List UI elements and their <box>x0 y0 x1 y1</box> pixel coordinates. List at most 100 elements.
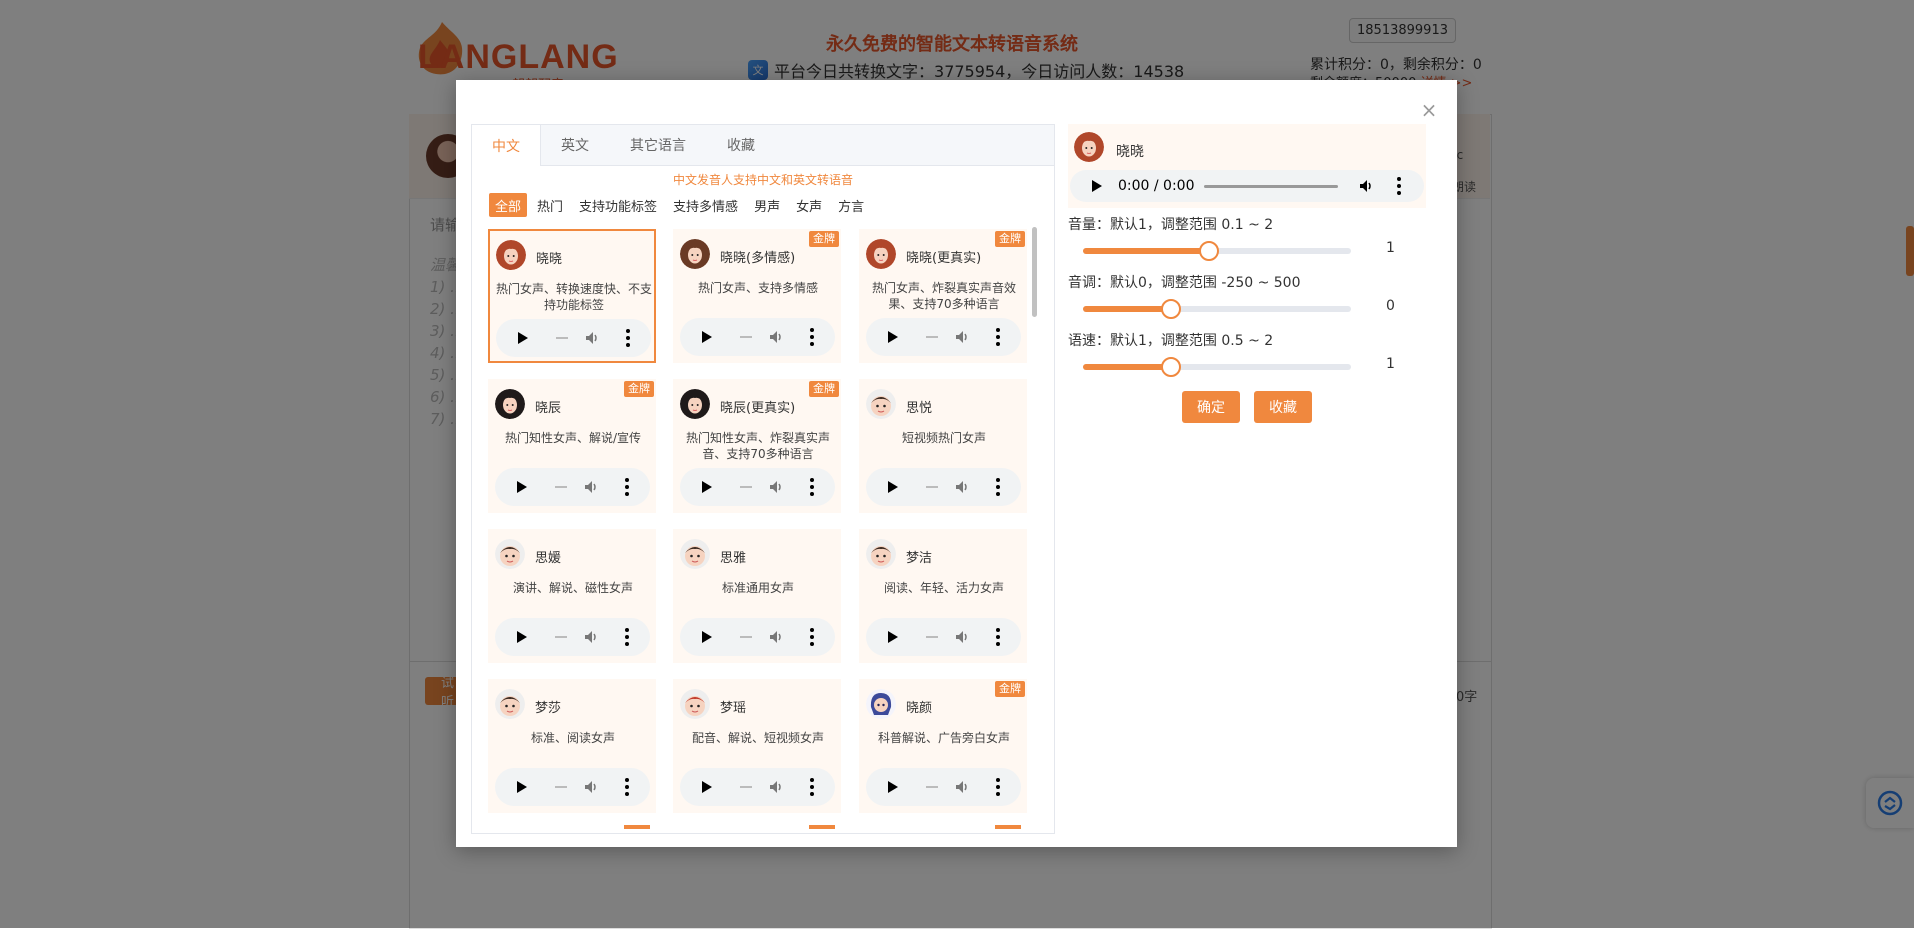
voice-sample-player <box>495 768 650 806</box>
tab-3[interactable]: 收藏 <box>707 125 776 165</box>
volume-icon[interactable] <box>768 629 784 645</box>
filter-4[interactable]: 男声 <box>748 193 786 217</box>
volume-icon[interactable] <box>583 629 599 645</box>
play-icon[interactable] <box>517 631 527 643</box>
volume-icon[interactable] <box>954 629 970 645</box>
player-progress[interactable] <box>740 336 752 338</box>
volume-icon[interactable] <box>583 479 599 495</box>
play-icon[interactable] <box>1092 180 1102 192</box>
close-icon[interactable]: × <box>1419 100 1439 120</box>
setting-slider[interactable] <box>1083 357 1351 377</box>
voice-description: 配音、解说、短视频女声 <box>691 731 824 745</box>
volume-icon[interactable] <box>584 330 600 346</box>
voice-description: 阅读、年轻、活力女声 <box>883 581 1004 595</box>
play-icon[interactable] <box>702 781 712 793</box>
volume-icon[interactable] <box>583 779 599 795</box>
voice-list-scrollbar[interactable] <box>1032 227 1037 317</box>
voice-sample-player <box>496 319 651 357</box>
voice-description: 标准通用女声 <box>721 581 794 595</box>
play-icon[interactable] <box>888 331 898 343</box>
player-progress[interactable] <box>556 337 568 339</box>
filter-1[interactable]: 热门 <box>531 193 569 217</box>
volume-icon[interactable] <box>954 329 970 345</box>
voice-card[interactable]: 梦洁 阅读、年轻、活力女声 <box>859 529 1027 663</box>
more-options-icon[interactable] <box>625 628 629 646</box>
player-progress[interactable] <box>740 486 752 488</box>
player-progress[interactable] <box>555 636 567 638</box>
volume-icon[interactable] <box>954 479 970 495</box>
voice-name: 晓晓 <box>536 252 563 267</box>
voice-card[interactable]: 晓晓(多情感) 金牌 热门女声、支持多情感 <box>673 229 841 363</box>
more-options-icon[interactable] <box>996 628 1000 646</box>
confirm-button[interactable]: 确定 <box>1182 391 1240 423</box>
player-progress[interactable] <box>926 486 938 488</box>
voice-description: 热门女声、支持多情感 <box>697 281 818 295</box>
voice-card[interactable]: 晓辰 金牌 热门知性女声、解说/宣传 <box>488 379 656 513</box>
more-options-icon[interactable] <box>996 328 1000 346</box>
voice-card[interactable]: 梦瑶 配音、解说、短视频女声 <box>673 679 841 813</box>
play-icon[interactable] <box>702 631 712 643</box>
play-icon[interactable] <box>888 631 898 643</box>
more-options-icon[interactable] <box>626 329 630 347</box>
voice-list-panel: 中文 英文 其它语言 收藏 中文发音人支持中文和英文转语音 全部 热门 支持功能标签 支持多… <box>471 124 1055 834</box>
filter-2[interactable]: 支持功能标签 <box>573 193 663 217</box>
player-progress[interactable] <box>926 786 938 788</box>
play-icon[interactable] <box>888 781 898 793</box>
more-options-icon[interactable] <box>810 478 814 496</box>
more-options-icon[interactable] <box>810 328 814 346</box>
more-options-icon[interactable] <box>625 778 629 796</box>
gold-badge: 金牌 <box>809 381 839 397</box>
slider-label: 语速：默认1，调整范围 0.5 ~ 2 <box>1068 333 1274 349</box>
setting-slider[interactable] <box>1083 241 1351 261</box>
voice-name: 晓辰(更真实) <box>720 401 796 416</box>
play-icon[interactable] <box>888 481 898 493</box>
more-options-icon[interactable] <box>810 628 814 646</box>
voice-card[interactable]: 晓辰(更真实) 金牌 热门知性女声、炸裂真实声音、支持70多种语言 <box>673 379 841 513</box>
play-icon[interactable] <box>517 781 527 793</box>
more-options-icon[interactable] <box>996 778 1000 796</box>
volume-icon[interactable] <box>768 329 784 345</box>
voice-card[interactable]: 思悦 短视频热门女声 <box>859 379 1027 513</box>
more-options-icon[interactable] <box>996 478 1000 496</box>
gold-badge-partial <box>624 825 650 829</box>
setting-slider[interactable] <box>1083 299 1351 319</box>
voice-card[interactable]: 晓晓 热门女声、转换速度快、不支持功能标签 <box>488 229 656 363</box>
volume-icon[interactable] <box>768 779 784 795</box>
player-progress[interactable] <box>926 636 938 638</box>
slider-label: 音量：默认1，调整范围 0.1 ~ 2 <box>1068 217 1274 233</box>
more-options-icon[interactable] <box>810 778 814 796</box>
slider-value: 1 <box>1386 240 1395 256</box>
play-icon[interactable] <box>702 331 712 343</box>
voice-name: 晓颜 <box>906 701 933 716</box>
slider-handle[interactable] <box>1198 241 1219 261</box>
tab-2[interactable]: 其它语言 <box>610 125 707 165</box>
play-icon[interactable] <box>518 332 528 344</box>
player-progress[interactable] <box>555 486 567 488</box>
tab-0[interactable]: 中文 <box>472 125 541 166</box>
more-options-icon[interactable] <box>1397 177 1401 195</box>
more-options-icon[interactable] <box>625 478 629 496</box>
voice-card[interactable]: 晓晓(更真实) 金牌 热门女声、炸裂真实声音效果、支持70多种语言 <box>859 229 1027 363</box>
favorite-button[interactable]: 收藏 <box>1254 391 1312 423</box>
player-progress[interactable] <box>1204 185 1338 188</box>
play-icon[interactable] <box>702 481 712 493</box>
player-progress[interactable] <box>555 786 567 788</box>
player-progress[interactable] <box>740 636 752 638</box>
volume-icon[interactable] <box>954 779 970 795</box>
tab-1[interactable]: 英文 <box>541 125 610 165</box>
voice-card[interactable]: 思媛 演讲、解说、磁性女声 <box>488 529 656 663</box>
player-progress[interactable] <box>926 336 938 338</box>
volume-icon[interactable] <box>1358 178 1374 194</box>
voice-description: 热门女声、炸裂真实声音效果、支持70多种语言 <box>871 281 1016 311</box>
voice-card[interactable]: 梦莎 标准、阅读女声 <box>488 679 656 813</box>
voice-avatar <box>496 240 526 270</box>
filter-5[interactable]: 女声 <box>790 193 828 217</box>
volume-icon[interactable] <box>768 479 784 495</box>
play-icon[interactable] <box>517 481 527 493</box>
voice-card[interactable]: 晓颜 金牌 科普解说、广告旁白女声 <box>859 679 1027 813</box>
voice-card[interactable]: 思雅 标准通用女声 <box>673 529 841 663</box>
filter-3[interactable]: 支持多情感 <box>667 193 744 217</box>
player-progress[interactable] <box>740 786 752 788</box>
filter-0[interactable]: 全部 <box>489 193 528 217</box>
filter-6[interactable]: 方言 <box>832 193 870 217</box>
